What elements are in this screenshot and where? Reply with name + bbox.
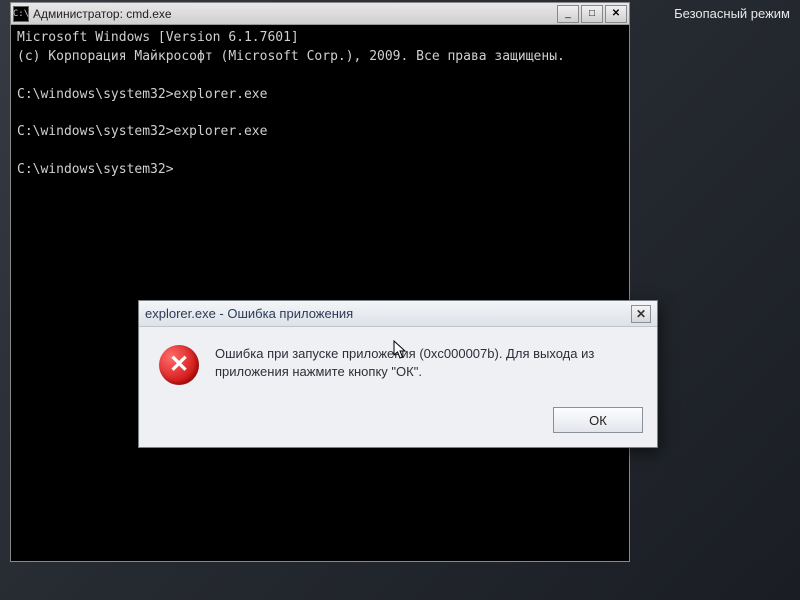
cmd-title: Администратор: cmd.exe [33,7,557,21]
desktop: Безопасный режим C:\ Администратор: cmd.… [0,0,800,600]
dialog-titlebar[interactable]: explorer.exe - Ошибка приложения ✕ [139,301,657,327]
dialog-title: explorer.exe - Ошибка приложения [145,306,631,321]
dialog-footer: ОК [139,399,657,447]
cmd-window-controls: _ □ ✕ [557,5,627,23]
maximize-button[interactable]: □ [581,5,603,23]
cmd-line: C:\windows\system32>explorer.exe [17,87,267,102]
error-icon: ✕ [159,345,199,385]
cmd-titlebar[interactable]: C:\ Администратор: cmd.exe _ □ ✕ [11,3,629,25]
minimize-button[interactable]: _ [557,5,579,23]
cmd-icon: C:\ [13,6,29,22]
dialog-body: ✕ Ошибка при запуске приложения (0xc0000… [139,327,657,399]
safe-mode-watermark: Безопасный режим [674,6,790,21]
close-button[interactable]: ✕ [605,5,627,23]
dialog-message: Ошибка при запуске приложения (0xc000007… [215,345,637,385]
ok-button[interactable]: ОК [553,407,643,433]
cmd-line: C:\windows\system32> [17,162,174,177]
cmd-window: C:\ Администратор: cmd.exe _ □ ✕ Microso… [10,2,630,562]
error-dialog: explorer.exe - Ошибка приложения ✕ ✕ Оши… [138,300,658,448]
cmd-line: (c) Корпорация Майкрософт (Microsoft Cor… [17,49,565,64]
cmd-line: Microsoft Windows [Version 6.1.7601] [17,30,299,45]
cmd-output[interactable]: Microsoft Windows [Version 6.1.7601] (c)… [11,25,629,561]
error-icon-glyph: ✕ [169,353,189,377]
cmd-line: C:\windows\system32>explorer.exe [17,124,267,139]
dialog-close-button[interactable]: ✕ [631,305,651,323]
